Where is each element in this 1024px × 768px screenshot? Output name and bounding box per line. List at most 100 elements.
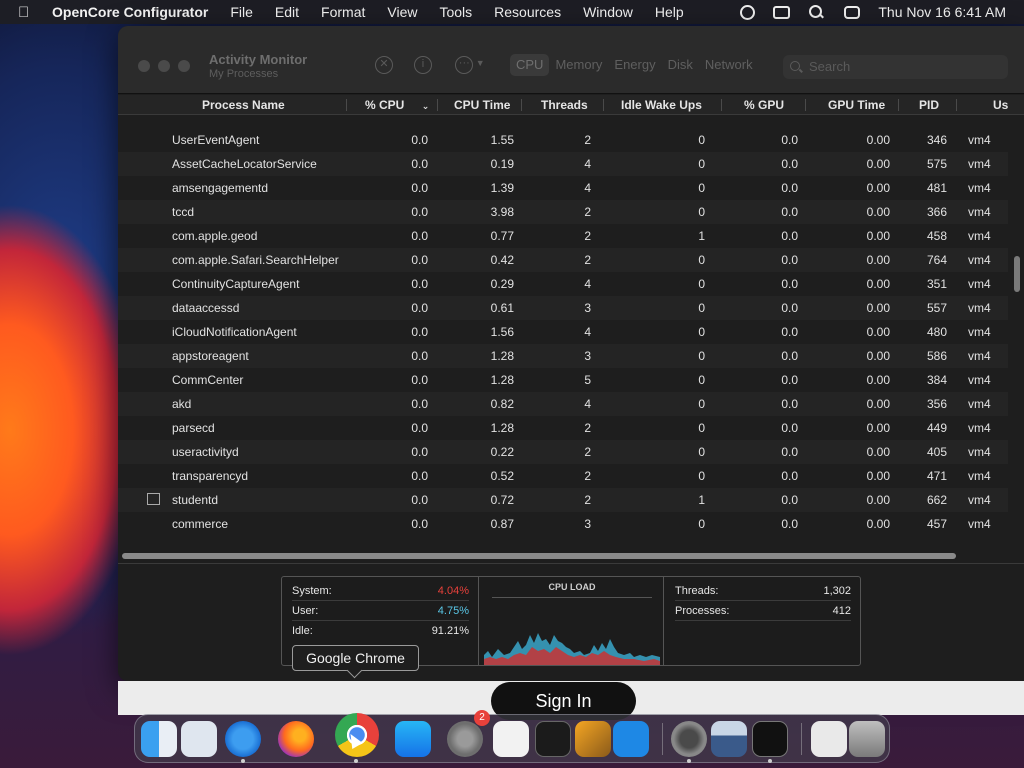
table-row[interactable]: dataaccessd 0.0 0.61 3 0 0.0 0.00 557 vm4 (118, 296, 1008, 320)
menu-window[interactable]: Window (583, 4, 633, 20)
cell-threads: 2 (584, 229, 591, 243)
col-cpu[interactable]: % CPU ⌄ (365, 98, 429, 112)
table-row[interactable]: appstoreagent 0.0 1.28 3 0 0.0 0.00 586 vm4 (118, 344, 1008, 368)
vertical-scrollbar[interactable] (1014, 256, 1020, 292)
tab-cpu[interactable]: CPU (510, 54, 550, 76)
cell-gpu: 0.0 (781, 277, 798, 291)
screen-mirroring-icon[interactable] (773, 5, 791, 19)
preview-icon[interactable] (711, 721, 747, 757)
divider (118, 563, 1024, 564)
search-input[interactable]: Search (783, 55, 1008, 79)
table-row[interactable]: parsecd 0.0 1.28 2 0 0.0 0.00 449 vm4 (118, 416, 1008, 440)
table-row[interactable]: AssetCacheLocatorService 0.0 0.19 4 0 0.0 0.00… (118, 152, 1008, 176)
menu-help[interactable]: Help (655, 4, 684, 20)
menu-bar:  OpenCore Configurator File Edit Format… (0, 0, 1024, 24)
col-threads[interactable]: Threads (541, 98, 588, 112)
col-idle-wake-ups[interactable]: Idle Wake Ups (621, 98, 702, 112)
launchpad-icon[interactable] (181, 721, 217, 757)
table-row[interactable]: studentd 0.0 0.72 2 1 0.0 0.00 662 vm4 (118, 488, 1008, 512)
finder-icon[interactable] (141, 721, 177, 757)
menu-format[interactable]: Format (321, 4, 365, 20)
zoom-button[interactable] (178, 60, 190, 72)
info-icon[interactable]: i (414, 56, 432, 74)
safari-icon[interactable] (225, 721, 261, 757)
trash-icon[interactable] (849, 721, 885, 757)
textedit-icon[interactable] (493, 721, 529, 757)
downloads-icon[interactable] (811, 721, 847, 757)
firefox-icon[interactable] (278, 721, 314, 757)
menu-file[interactable]: File (230, 4, 253, 20)
cpu-load-graph: CPU LOAD (480, 577, 664, 665)
cell-cpu: 0.0 (411, 517, 428, 531)
minimize-button[interactable] (158, 60, 170, 72)
cell-pid: 557 (926, 301, 947, 315)
table-row[interactable]: com.apple.geod 0.0 0.77 2 1 0.0 0.00 458 vm4 (118, 224, 1008, 248)
menu-view[interactable]: View (387, 4, 417, 20)
table-row[interactable]: ContinuityCaptureAgent 0.0 0.29 4 0 0.0 0.00 35… (118, 272, 1008, 296)
cell-idle: 0 (698, 205, 705, 219)
table-row[interactable]: tccd 0.0 3.98 2 0 0.0 0.00 366 vm4 (118, 200, 1008, 224)
cell-cpu-time: 0.82 (490, 397, 514, 411)
col-cpu-time[interactable]: CPU Time (454, 98, 510, 112)
cpu-load-chart (484, 633, 660, 665)
cell-gpu: 0.0 (781, 397, 798, 411)
cell-pid: 356 (926, 397, 947, 411)
cell-pid: 405 (926, 445, 947, 459)
terminal-icon[interactable] (535, 721, 571, 757)
search-icon[interactable] (808, 5, 826, 19)
tab-energy[interactable]: Energy (608, 54, 661, 76)
cell-cpu-time: 0.42 (490, 253, 514, 267)
cell-gpu-time: 0.00 (866, 421, 890, 435)
apple-menu-icon[interactable]:  (18, 4, 38, 21)
menu-resources[interactable]: Resources (494, 4, 561, 20)
menu-app-name[interactable]: OpenCore Configurator (52, 4, 208, 20)
traffic-lights (138, 60, 190, 72)
process-name: ContinuityCaptureAgent (172, 277, 300, 291)
cell-threads: 4 (584, 181, 591, 195)
table-row[interactable]: iCloudNotificationAgent 0.0 1.56 4 0 0.0 0.00 4… (118, 320, 1008, 344)
menu-edit[interactable]: Edit (275, 4, 299, 20)
table-row[interactable]: transparencyd 0.0 0.52 2 0 0.0 0.00 471 vm4 (118, 464, 1008, 488)
cell-idle: 0 (698, 445, 705, 459)
cell-gpu-time: 0.00 (866, 445, 890, 459)
cell-pid: 384 (926, 373, 947, 387)
garageband-icon[interactable] (575, 721, 611, 757)
col-gpu[interactable]: % GPU (744, 98, 784, 112)
system-settings-icon[interactable] (447, 721, 483, 757)
menu-clock[interactable]: Thu Nov 16 6:41 AM (878, 4, 1006, 20)
process-table[interactable]: UserEventAgent 0.0 1.55 2 0 0.0 0.00 346 vm4 Asse… (118, 116, 1024, 558)
col-gpu-time[interactable]: GPU Time (828, 98, 885, 112)
activity-monitor-icon[interactable] (752, 721, 788, 757)
cell-gpu-time: 0.00 (866, 229, 890, 243)
cell-cpu-time: 1.28 (490, 373, 514, 387)
vscode-icon[interactable] (613, 721, 649, 757)
opencore-icon[interactable] (671, 721, 707, 757)
gear-icon[interactable] (740, 4, 756, 20)
more-options-button[interactable]: ··· ▼ (453, 56, 487, 74)
stop-process-icon[interactable]: ✕ (375, 56, 393, 74)
table-row[interactable]: CommCenter 0.0 1.28 5 0 0.0 0.00 384 vm4 (118, 368, 1008, 392)
col-user[interactable]: Us (993, 98, 1008, 112)
app-store-icon[interactable] (395, 721, 431, 757)
process-name: tccd (172, 205, 195, 219)
table-row[interactable]: UserEventAgent 0.0 1.55 2 0 0.0 0.00 346 vm4 (118, 128, 1008, 152)
cell-pid: 449 (926, 421, 947, 435)
tab-memory[interactable]: Memory (549, 54, 608, 76)
table-row[interactable]: com.apple.Safari.SearchHelper 0.0 0.42 2 0 0.… (118, 248, 1008, 272)
table-row[interactable]: amsengagementd 0.0 1.39 4 0 0.0 0.00 481 vm4 (118, 176, 1008, 200)
cell-cpu-time: 0.22 (490, 445, 514, 459)
table-row[interactable]: commerce 0.0 0.87 3 0 0.0 0.00 457 vm4 (118, 512, 1008, 536)
cell-idle: 0 (698, 517, 705, 531)
col-pid[interactable]: PID (919, 98, 939, 112)
tab-disk[interactable]: Disk (662, 54, 699, 76)
control-center-icon[interactable] (844, 5, 861, 19)
table-row[interactable]: akd 0.0 0.82 4 0 0.0 0.00 356 vm4 (118, 392, 1008, 416)
menu-tools[interactable]: Tools (439, 4, 472, 20)
threads-label: Threads: (675, 585, 719, 597)
tab-network[interactable]: Network (699, 54, 759, 76)
table-row[interactable]: useractivityd 0.0 0.22 2 0 0.0 0.00 405 vm4 (118, 440, 1008, 464)
col-process-name[interactable]: Process Name (202, 98, 285, 112)
close-button[interactable] (138, 60, 150, 72)
cell-idle: 1 (698, 229, 705, 243)
horizontal-scrollbar[interactable] (122, 553, 956, 559)
